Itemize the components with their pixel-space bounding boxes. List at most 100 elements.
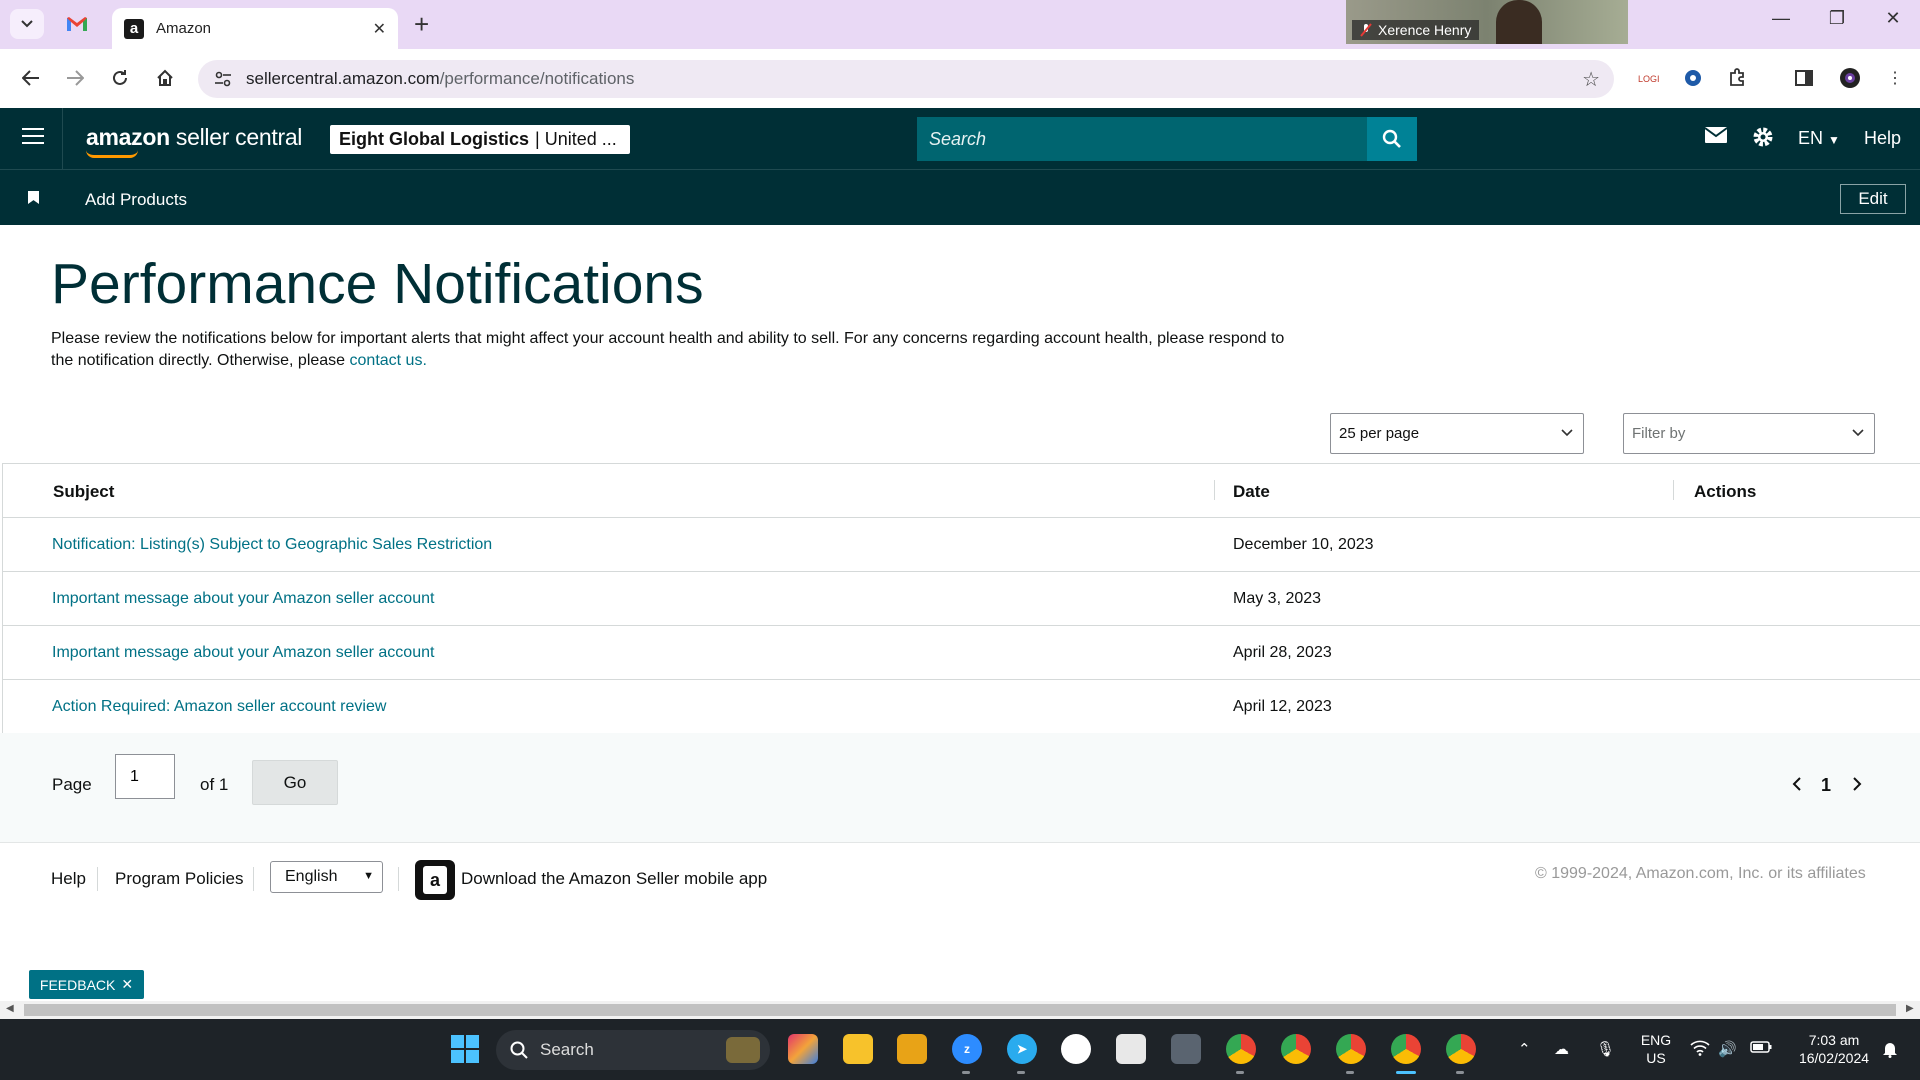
previous-page-icon[interactable] [1792,775,1802,796]
windows-start-icon[interactable] [451,1035,479,1063]
column-separator [1214,480,1215,500]
scroll-left-icon[interactable]: ◀ [6,1003,14,1014]
page-number-input[interactable] [115,754,175,799]
pinned-tab-gmail[interactable] [64,12,90,36]
account-switcher[interactable]: Eight Global Logistics | United ... [330,125,630,154]
telegram-icon[interactable]: ➤ [1007,1034,1037,1064]
scroll-right-icon[interactable]: ▶ [1906,1003,1914,1014]
onedrive-cloud-icon[interactable]: ☁ [1554,1040,1569,1058]
running-indicator [1456,1071,1464,1074]
notifications-table: Subject Date Actions Notification: Listi… [2,463,1920,734]
language-selector[interactable]: EN ▼ [1798,128,1840,149]
search-field[interactable] [917,117,1367,161]
volume-icon[interactable]: 🔊 [1718,1040,1737,1058]
notification-bell-icon[interactable] [1882,1040,1898,1062]
notification-date: May 3, 2023 [1233,590,1322,607]
feedback-button[interactable]: FEEDBACK ✕ [29,970,144,999]
table-row: Notification: Listing(s) Subject to Geog… [2,518,1920,572]
tab-amazon[interactable]: a Amazon ✕ [112,8,398,49]
amazon-smile-icon [86,150,138,158]
copilot-icon[interactable] [788,1034,818,1064]
chrome-icon[interactable] [1336,1034,1366,1064]
restore-button[interactable]: ❐ [1822,8,1852,29]
footer-separator [398,867,399,891]
extension-icon-2[interactable] [1681,66,1705,90]
chevron-down-icon [1561,426,1573,440]
search-highlight-icon [726,1037,760,1063]
forward-button[interactable] [60,63,90,93]
messages-icon[interactable] [1704,126,1728,150]
taskbar-search[interactable]: Search [496,1030,770,1070]
zoom-icon[interactable]: z [952,1034,982,1064]
edit-bookmarks-button[interactable]: Edit [1840,184,1906,214]
chrome-icon[interactable] [1281,1034,1311,1064]
amazon-seller-app-icon[interactable]: a [415,860,455,900]
close-window-button[interactable]: ✕ [1878,8,1908,29]
chrome-active-icon[interactable] [1391,1034,1421,1064]
bookmark-icon[interactable] [28,191,39,204]
bookmark-star-icon[interactable]: ☆ [1582,67,1600,92]
sticky-notes-icon[interactable] [843,1034,873,1064]
minimize-button[interactable]: — [1766,8,1796,29]
hamburger-menu-icon[interactable] [22,128,44,149]
next-page-icon[interactable] [1852,775,1862,796]
filter-by-select[interactable]: Filter by [1623,413,1875,454]
home-button[interactable] [150,63,180,93]
add-products-link[interactable]: Add Products [85,190,187,210]
seller-central-logo[interactable]: amazon seller central [86,124,302,151]
home-icon [157,69,173,86]
system-clock[interactable]: 7:03 am 16/02/2024 [1786,1031,1882,1067]
notification-subject-link[interactable]: Notification: Listing(s) Subject to Geog… [52,536,492,554]
profile-avatar-icon[interactable] [1838,66,1862,90]
windows-taskbar: Search z ➤ ⌃ ☁ 🎙 ENG US 🔊 7:03 am 16/02/20… [0,1019,1920,1080]
footer-help-link[interactable]: Help [51,869,86,889]
notification-subject-link[interactable]: Action Required: Amazon seller account r… [52,698,386,716]
reload-button[interactable] [105,63,135,93]
calculator-icon[interactable] [1171,1034,1201,1064]
program-policies-link[interactable]: Program Policies [115,869,244,889]
extension-icon-1[interactable]: LOGIN [1636,66,1660,90]
file-explorer-icon[interactable] [897,1034,927,1064]
snipping-tool-icon[interactable] [1116,1034,1146,1064]
help-link[interactable]: Help [1864,128,1901,149]
table-row: Important message about your Amazon sell… [2,572,1920,626]
download-app-link[interactable]: Download the Amazon Seller mobile app [461,869,767,889]
back-button[interactable] [16,63,46,93]
footer-language-select[interactable]: English ▼ [270,861,383,893]
search-input[interactable] [929,128,1367,150]
table-header: Subject Date Actions [2,464,1920,518]
chrome-icon[interactable] [1446,1034,1476,1064]
site-info-icon[interactable] [210,66,236,92]
go-button[interactable]: Go [252,760,338,805]
chrome-icon[interactable] [1226,1034,1256,1064]
scrollbar-thumb[interactable] [24,1004,1896,1016]
contact-us-link[interactable]: contact us. [350,352,427,369]
battery-icon[interactable] [1750,1040,1772,1058]
show-hidden-icons-icon[interactable]: ⌃ [1518,1040,1531,1058]
close-icon[interactable]: ✕ [121,976,133,993]
arrow-right-icon [67,70,84,86]
browser-menu-icon[interactable]: ⋮ [1883,66,1907,90]
new-tab-button[interactable]: + [414,10,429,38]
side-panel-icon[interactable] [1792,66,1816,90]
column-header-actions: Actions [1694,482,1757,501]
footer-separator [97,867,98,891]
slack-icon[interactable] [1061,1034,1091,1064]
notification-subject-link[interactable]: Important message about your Amazon sell… [52,590,434,608]
horizontal-scrollbar[interactable]: ◀ ▶ [0,1001,1920,1019]
tab-search-button[interactable] [10,9,44,39]
notification-subject-link[interactable]: Important message about your Amazon sell… [52,644,434,662]
current-page-number[interactable]: 1 [1821,775,1831,796]
search-button[interactable] [1367,117,1417,161]
extensions-puzzle-icon[interactable] [1726,66,1750,90]
gmail-icon [67,17,87,31]
address-bar[interactable]: sellercentral.amazon.com/performance/not… [198,60,1614,98]
settings-gear-icon[interactable] [1752,126,1774,154]
footer-separator [253,867,254,891]
column-header-date: Date [1233,482,1270,501]
keyboard-language[interactable]: ENG US [1638,1031,1674,1067]
close-tab-icon[interactable]: ✕ [373,19,386,39]
per-page-select[interactable]: 25 per page [1330,413,1584,454]
microphone-icon[interactable]: 🎙 [1596,1040,1615,1058]
wifi-icon[interactable] [1690,1040,1710,1060]
